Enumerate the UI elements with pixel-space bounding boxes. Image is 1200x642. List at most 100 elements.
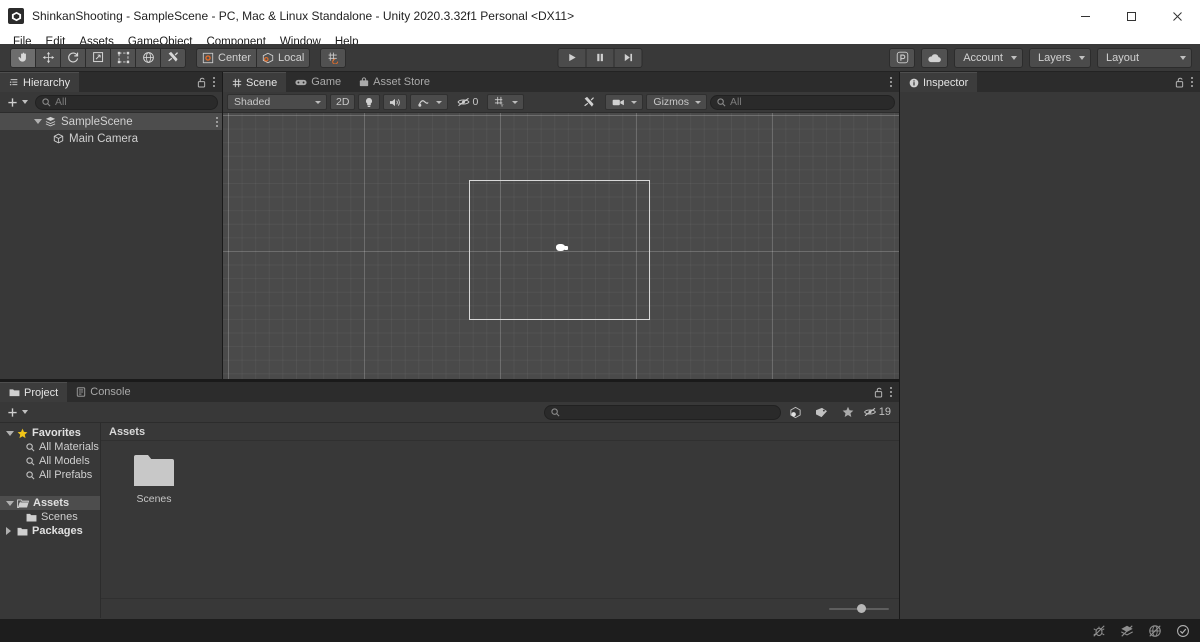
chevron-down-icon [436, 100, 443, 104]
project-tree-all-materials[interactable]: All Materials [0, 440, 100, 454]
chevron-down-icon [315, 100, 321, 104]
project-search-input[interactable] [544, 404, 781, 420]
project-menu-icon[interactable] [890, 387, 892, 397]
play-button[interactable] [557, 47, 587, 68]
hierarchy-menu-icon[interactable] [213, 77, 215, 87]
scale-tool-button[interactable] [85, 47, 111, 68]
scene-tools-button[interactable] [577, 94, 602, 110]
chevron-down-icon [22, 410, 28, 414]
lock-open-icon[interactable] [197, 77, 206, 88]
project-tree-label: Scenes [41, 511, 78, 523]
audio-icon [389, 97, 401, 108]
project-tree-all-models[interactable]: All Models [0, 454, 100, 468]
gizmos-dropdown[interactable]: Gizmos [646, 94, 707, 110]
account-dropdown[interactable]: Account [954, 47, 1023, 68]
inspector-menu-icon[interactable] [1191, 77, 1193, 87]
chevron-right-icon[interactable] [6, 527, 11, 535]
filter-favorites-button[interactable] [837, 404, 859, 421]
tab-scene[interactable]: Scene [223, 72, 287, 92]
layers-muted-icon[interactable] [1120, 624, 1134, 638]
chevron-down-icon[interactable] [6, 500, 14, 506]
folder-icon [26, 513, 37, 522]
toggle-lighting-button[interactable] [358, 94, 381, 110]
rotate-tool-button[interactable] [60, 47, 86, 68]
star-icon [842, 406, 854, 418]
collab-button[interactable] [889, 47, 916, 68]
info-icon [909, 78, 919, 88]
project-tree-favorites[interactable]: Favorites [0, 426, 100, 440]
project-tree-scenes[interactable]: Scenes [0, 510, 100, 524]
scene-viewport[interactable] [223, 113, 899, 379]
scene-tabbar: Scene Game Asset Store [223, 72, 899, 92]
project-tree-label: Assets [33, 497, 70, 509]
project-footer [101, 598, 899, 618]
lock-open-icon[interactable] [1175, 77, 1184, 88]
chevron-down-icon[interactable] [6, 430, 14, 436]
scene-menu-icon[interactable] [890, 77, 892, 87]
filter-by-type-button[interactable] [785, 404, 807, 421]
project-tree-all-prefabs[interactable]: All Prefabs [0, 468, 100, 482]
search-small-icon [26, 456, 35, 466]
scene-search-input[interactable]: All [710, 94, 895, 110]
hierarchy-row-samplescene[interactable]: SampleScene [0, 113, 222, 130]
hidden-objects-toggle[interactable]: 0 [451, 94, 484, 110]
hand-tool-button[interactable] [10, 47, 36, 68]
layout-dropdown[interactable]: Layout [1097, 47, 1192, 68]
rotation-mode-button[interactable]: Local [256, 47, 311, 68]
tab-asset-store[interactable]: Asset Store [350, 72, 439, 92]
bug-muted-icon[interactable] [1092, 624, 1106, 638]
scene-camera-dropdown[interactable] [605, 94, 644, 110]
project-tree-assets[interactable]: Assets [0, 496, 100, 510]
pause-button[interactable] [585, 47, 615, 68]
shading-mode-dropdown[interactable]: Shaded [227, 94, 327, 110]
toggle-2d-button[interactable]: 2D [330, 94, 356, 110]
scene-row-menu-icon[interactable] [216, 116, 218, 127]
step-icon [623, 52, 634, 63]
hidden-packages-indicator[interactable]: 19 [863, 406, 895, 418]
move-tool-button[interactable] [35, 47, 61, 68]
game-tab-icon [295, 78, 307, 87]
filter-by-label-button[interactable] [811, 404, 833, 421]
asset-item-scenes[interactable]: Scenes [123, 453, 185, 505]
minimize-button[interactable] [1062, 0, 1108, 32]
fx-dropdown[interactable] [410, 94, 449, 110]
tab-game[interactable]: Game [286, 72, 350, 92]
toggle-audio-button[interactable] [383, 94, 408, 110]
hierarchy-search-placeholder: All [55, 96, 67, 108]
project-icon [9, 388, 20, 397]
tab-asset-store-label: Asset Store [373, 76, 431, 88]
asset-size-slider[interactable] [829, 602, 889, 615]
tab-project[interactable]: Project [0, 382, 68, 402]
search-small-icon [26, 442, 35, 452]
custom-tool-button[interactable] [160, 47, 186, 68]
step-button[interactable] [613, 47, 643, 68]
project-tree-packages[interactable]: Packages [0, 524, 100, 538]
maximize-button[interactable] [1108, 0, 1154, 32]
globe-muted-icon[interactable] [1148, 624, 1162, 638]
transform-tool-button[interactable] [135, 47, 161, 68]
tab-game-label: Game [311, 76, 342, 88]
layers-dropdown[interactable]: Layers [1028, 47, 1091, 68]
snap-settings-button[interactable] [320, 47, 347, 68]
search-icon [717, 97, 726, 107]
create-gameobject-button[interactable] [4, 97, 31, 108]
tab-inspector-label: Inspector [923, 76, 969, 89]
grid-visibility-dropdown[interactable]: Y [487, 94, 525, 110]
check-circle-icon[interactable] [1176, 624, 1190, 638]
hierarchy-row-main-camera[interactable]: Main Camera [0, 130, 222, 147]
project-tab-tools [874, 382, 899, 402]
lock-open-icon[interactable] [874, 387, 883, 398]
chevron-down-icon[interactable] [34, 119, 42, 124]
pivot-center-icon [202, 52, 214, 64]
rect-tool-button[interactable] [110, 47, 136, 68]
close-button[interactable] [1154, 0, 1200, 32]
tab-hierarchy[interactable]: Hierarchy [0, 72, 80, 92]
cloud-button[interactable] [921, 47, 949, 68]
pivot-mode-button[interactable]: Center [196, 47, 258, 68]
hierarchy-search-input[interactable]: All [35, 94, 218, 110]
tab-inspector[interactable]: Inspector [900, 72, 978, 92]
camera-gizmo[interactable] [556, 244, 568, 251]
create-asset-button[interactable] [4, 407, 31, 418]
slider-thumb[interactable] [856, 604, 866, 613]
tab-console[interactable]: Console [67, 382, 139, 402]
